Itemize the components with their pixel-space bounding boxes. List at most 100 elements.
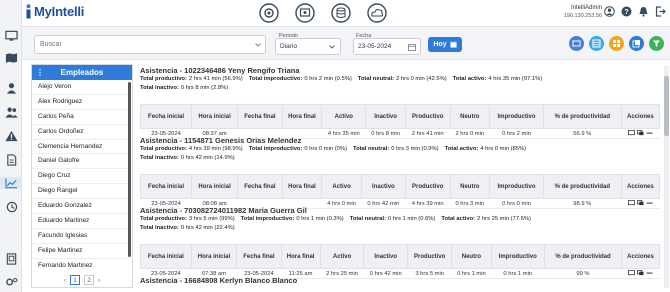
user-name: IntelliAdmin	[570, 5, 602, 11]
cloud-module-icon[interactable]	[366, 3, 388, 23]
table-header-cell: Neutro	[451, 244, 492, 269]
list-view-button[interactable]	[589, 36, 604, 51]
periodo-value: Diario	[280, 43, 297, 50]
panel-menu-icon[interactable]: ⋮	[36, 68, 44, 77]
employee-list-item[interactable]: Felipe Martinez	[32, 244, 128, 259]
summary-value: 0 hrs 8 min (2.8%)	[180, 85, 229, 91]
more-icon[interactable]	[646, 200, 653, 206]
table-header-cell: Neutro	[449, 104, 491, 129]
table-header-cell: Activo	[321, 174, 362, 199]
employee-list-item[interactable]: Fernando Martinez	[32, 259, 128, 273]
summary-value: 0 hrs 1 min (0.3%)	[296, 216, 344, 222]
screens-icon[interactable]	[637, 269, 644, 276]
screens-icon[interactable]	[636, 199, 644, 206]
main-scrollbar-thumb[interactable]	[664, 76, 669, 136]
database-module-icon[interactable]	[330, 3, 352, 23]
employees-pagination: ‹ 1 2 ›	[32, 273, 132, 287]
screens-icon[interactable]	[636, 129, 644, 136]
employee-list-item[interactable]: Diego Rangel	[32, 184, 128, 200]
report-icon[interactable]	[4, 253, 18, 265]
profile-icon[interactable]	[604, 6, 615, 17]
view-detail-icon[interactable]	[628, 269, 635, 276]
card-view-button[interactable]	[569, 36, 584, 51]
table-header-cell: Acciones	[620, 104, 660, 129]
employee-list-item[interactable]: Clemencia Hernandez	[32, 140, 128, 155]
summary-label: Total productivo:	[140, 216, 187, 222]
employee-list-item[interactable]: Alejo Veron	[32, 80, 128, 95]
view-detail-icon[interactable]	[627, 129, 635, 136]
periodo-select[interactable]: Diario	[275, 38, 341, 55]
attendance-table: Fecha inicial Hora inicial Fecha final Hora…	[140, 174, 660, 209]
table-header-cell: Fecha final	[236, 244, 282, 269]
next-page-icon[interactable]: ›	[98, 277, 100, 284]
notifications-icon[interactable]	[638, 6, 649, 17]
view-detail-icon[interactable]	[627, 199, 635, 206]
search-input[interactable]	[34, 35, 266, 54]
employee-list-item[interactable]: Eduardo Gonzalez	[32, 199, 128, 215]
summary-label: Total improductivo:	[248, 146, 303, 152]
filter-icon	[653, 40, 660, 47]
grid-view-button[interactable]	[609, 36, 624, 51]
employee-list-item[interactable]: Carlos Peña	[32, 110, 128, 125]
table-header-cell: Inactivo	[360, 174, 406, 199]
user-icon[interactable]	[4, 82, 18, 94]
filter-button[interactable]	[649, 36, 664, 51]
logout-icon[interactable]	[655, 6, 666, 17]
app-logo[interactable]: MyIntelli	[25, 4, 84, 19]
table-header-cell: Activo	[319, 244, 365, 269]
table-header-cell: Neutro	[449, 174, 491, 199]
summary-label: Total neutral:	[349, 216, 387, 222]
employee-list-item[interactable]: Eduardo Martinez	[32, 214, 128, 229]
summary-label: Total activo:	[444, 146, 479, 152]
page-button[interactable]: 1	[70, 275, 80, 285]
attendance-summary-line: Total productivo: 4 hrs 39 min (98.9%) Tot…	[140, 145, 660, 154]
chart-icon[interactable]	[0, 177, 22, 189]
summary-value: 0 hrs 2 min (0.5%)	[304, 76, 352, 82]
table-header-cell: Inactivo	[363, 244, 409, 269]
history-icon[interactable]	[4, 201, 18, 213]
summary-value: 0 hrs 42 min (14.9%)	[180, 155, 235, 161]
calendar-icon	[408, 44, 416, 51]
employee-list-item[interactable]: Facundo Iglesias	[32, 229, 128, 244]
employee-list-item[interactable]: Diego Cruz	[32, 169, 128, 185]
summary-label: Total productivo:	[140, 146, 187, 152]
monitor-icon[interactable]	[4, 30, 18, 42]
employee-list-item[interactable]: Carlos Ordoñez	[32, 125, 128, 140]
group-icon[interactable]	[4, 106, 18, 118]
employee-list-item[interactable]: Daniel Galofre	[32, 154, 128, 170]
attendance-card: Asistencia - 1022346486 Yeny Rengifo Tri…	[140, 66, 660, 139]
employee-list-item[interactable]: Alex Rodriguez	[32, 95, 128, 110]
attendance-records: Asistencia - 1022346486 Yeny Rengifo Tri…	[140, 66, 660, 288]
summary-label: Total activo:	[452, 76, 487, 82]
map-icon[interactable]	[4, 52, 18, 64]
employees-list: Alejo Veron Alex Rodriguez Carlos Peña Carl…	[32, 80, 128, 273]
table-header-cell: Hora final	[280, 244, 321, 269]
more-icon[interactable]	[646, 270, 653, 276]
camera-module-icon[interactable]	[258, 3, 280, 23]
fecha-input[interactable]: 23-05-2024	[353, 38, 421, 55]
more-icon[interactable]	[646, 130, 653, 136]
attendance-card: Asistencia - 703082724011982 Maria Guerr…	[140, 206, 660, 279]
document-icon[interactable]	[4, 154, 18, 166]
monitoring-module-icon[interactable]	[294, 3, 316, 23]
warning-icon[interactable]	[4, 130, 18, 142]
prev-page-icon[interactable]: ‹	[64, 277, 66, 284]
logo-mark-icon	[26, 4, 31, 19]
table-header-cell: Acciones	[620, 174, 660, 199]
attendance-summary-line: Total inactivo: 0 hrs 8 min (2.8%)	[140, 84, 660, 93]
help-icon[interactable]: ?	[621, 6, 632, 17]
page-button[interactable]: 2	[84, 275, 94, 285]
attendance-summary-line: Total inactivo: 0 hrs 42 min (22.4%)	[140, 224, 660, 233]
main-scrollbar[interactable]	[664, 66, 669, 288]
calendar-today-icon	[450, 41, 457, 48]
table-header-cell: Fecha inicial	[140, 174, 193, 199]
attendance-title: Asistencia - 703082724011982 Maria Guerr…	[140, 206, 307, 215]
settings-icon[interactable]	[4, 276, 18, 288]
table-header-cell: Hora inicial	[191, 174, 239, 199]
export-button[interactable]	[629, 36, 644, 51]
employees-scrollbar[interactable]	[128, 82, 131, 257]
search-chevron-down-icon[interactable]	[254, 41, 262, 49]
hoy-button[interactable]: Hoy	[428, 37, 462, 52]
table-header-cell: % de productividad	[543, 244, 623, 269]
user-ip: 190.130.253.56	[563, 13, 602, 19]
